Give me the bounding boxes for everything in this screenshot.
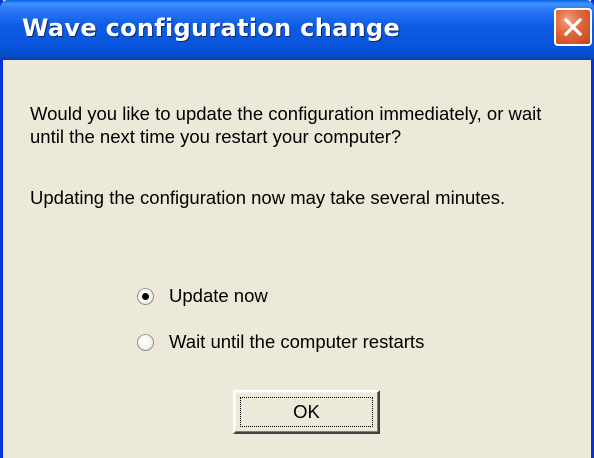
ok-button-label: OK xyxy=(293,401,320,422)
option-update-now[interactable]: Update now xyxy=(137,284,268,308)
question-text: Would you like to update the configurati… xyxy=(30,103,542,147)
option-wait-restart[interactable]: Wait until the computer restarts xyxy=(137,330,424,354)
window-title: Wave configuration change xyxy=(22,14,401,42)
dialog-window: Wave configuration change Would you like… xyxy=(0,0,594,458)
ok-button[interactable]: OK xyxy=(233,390,380,434)
dialog-content: Would you like to update the configurati… xyxy=(3,60,591,458)
close-button[interactable] xyxy=(554,8,592,46)
option-label-update-now: Update now xyxy=(169,285,268,306)
radio-update-now[interactable] xyxy=(137,287,154,305)
note-text: Updating the configuration now may take … xyxy=(30,187,506,208)
radio-wait-restart[interactable] xyxy=(137,333,154,351)
close-icon xyxy=(563,17,583,37)
focus-rectangle: OK xyxy=(240,397,373,427)
title-bar[interactable]: Wave configuration change xyxy=(0,0,594,60)
option-label-wait-restart: Wait until the computer restarts xyxy=(169,331,425,352)
